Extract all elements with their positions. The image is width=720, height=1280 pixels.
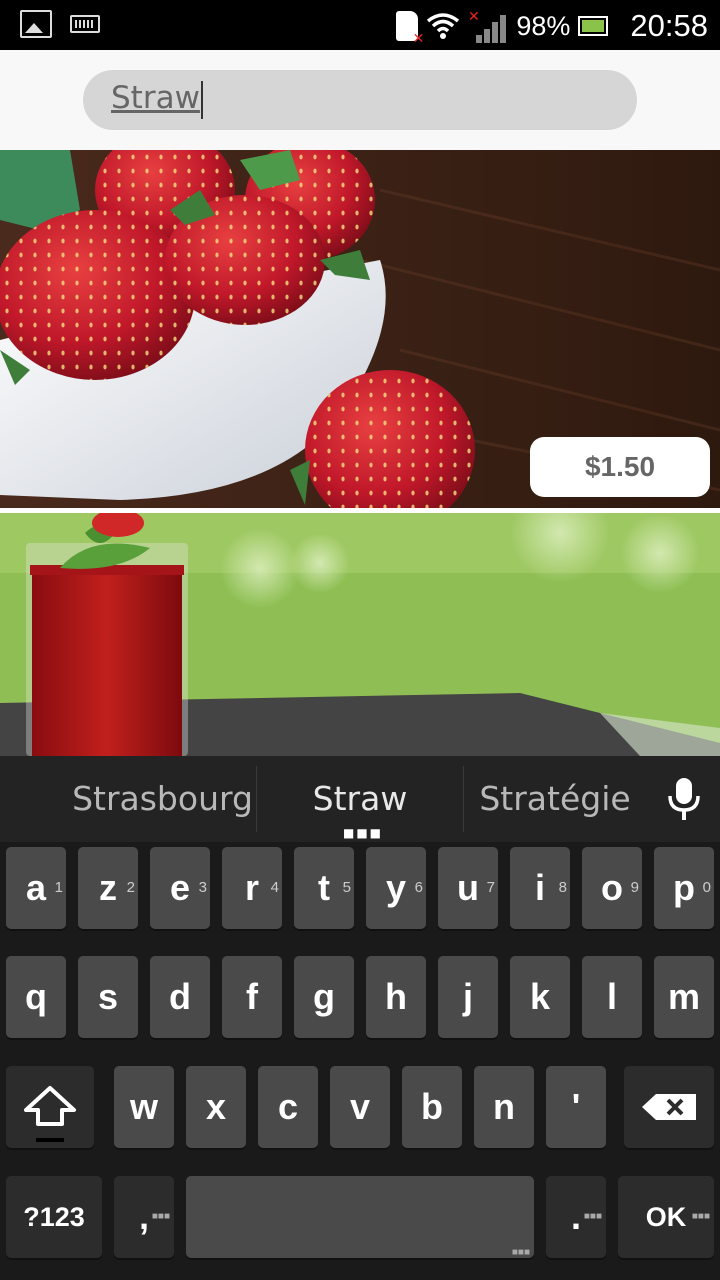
suggestion-divider <box>256 766 257 832</box>
symbols-key[interactable]: ?123 <box>6 1176 102 1258</box>
key-y[interactable]: 6y <box>366 847 426 929</box>
key-label: j <box>462 976 473 1017</box>
key-z[interactable]: 2z <box>78 847 138 929</box>
key-number-hint: 0 <box>702 879 711 896</box>
search-input-text: Straw <box>111 80 200 116</box>
key-label: ' <box>571 1086 581 1127</box>
keyboard-icon <box>70 15 100 33</box>
key-h[interactable]: h <box>366 956 426 1038</box>
key-t[interactable]: 5t <box>294 847 354 929</box>
key-r[interactable]: 4r <box>222 847 282 929</box>
key-number-hint: 5 <box>342 879 351 896</box>
text-caret <box>200 80 203 119</box>
key-label: c <box>277 1086 299 1127</box>
key-g[interactable]: g <box>294 956 354 1038</box>
key-label: h <box>385 976 407 1017</box>
shift-key[interactable] <box>6 1066 94 1148</box>
key-label: d <box>169 976 191 1017</box>
key-p[interactable]: 0p <box>654 847 714 929</box>
key-c[interactable]: c <box>258 1066 318 1148</box>
shift-icon <box>24 1086 76 1142</box>
signal-icon: ✕ <box>468 9 507 43</box>
status-bar: ✕ 98% 20:58 <box>0 0 720 50</box>
battery-percent: 98% <box>516 10 571 41</box>
key-d[interactable]: d <box>150 956 210 1038</box>
key-number-hint: 9 <box>630 879 639 896</box>
key-q[interactable]: q <box>6 956 66 1038</box>
key-label: b <box>421 1086 443 1127</box>
key-x[interactable]: x <box>186 1066 246 1148</box>
backspace-icon <box>642 1094 696 1120</box>
key-apostrophe[interactable]: ' <box>546 1066 606 1148</box>
key-n[interactable]: n <box>474 1066 534 1148</box>
spacebar-key[interactable]: ■■■ <box>186 1176 534 1258</box>
suggestion-strip: Strasbourg Straw ■■■ Stratégie <box>0 756 720 842</box>
suggestion-right[interactable]: Stratégie <box>465 756 645 842</box>
key-label: f <box>246 976 258 1017</box>
battery-icon <box>578 16 609 36</box>
search-input[interactable]: Straw <box>111 80 203 120</box>
clock: 20:58 <box>630 8 708 43</box>
ok-key[interactable]: OK ■■■ <box>618 1176 714 1258</box>
key-label: v <box>349 1086 371 1127</box>
key-label: x <box>205 1086 227 1127</box>
product-card-smoothie[interactable] <box>0 513 720 756</box>
smoothie-image <box>0 513 720 756</box>
key-label: q <box>25 976 47 1017</box>
key-v[interactable]: v <box>330 1066 390 1148</box>
key-a[interactable]: 1a <box>6 847 66 929</box>
key-o[interactable]: 9o <box>582 847 642 929</box>
key-b[interactable]: b <box>402 1066 462 1148</box>
suggestion-left[interactable]: Strasbourg <box>60 756 265 842</box>
key-number-hint: 7 <box>486 879 495 896</box>
key-number-hint: 6 <box>414 879 423 896</box>
key-m[interactable]: m <box>654 956 714 1038</box>
key-number-hint: 2 <box>126 879 135 896</box>
key-e[interactable]: 3e <box>150 847 210 929</box>
more-suggestions-icon: ■■■ <box>343 826 384 840</box>
soft-keyboard: Strasbourg Straw ■■■ Stratégie 1a2z3e4r5… <box>0 756 720 1280</box>
key-label: k <box>529 976 551 1017</box>
svg-text:✕: ✕ <box>468 9 480 25</box>
key-number-hint: 4 <box>270 879 279 896</box>
gallery-icon <box>20 10 52 38</box>
key-k[interactable]: k <box>510 956 570 1038</box>
comma-key[interactable]: , ■■■ <box>114 1176 174 1258</box>
key-number-hint: 3 <box>198 879 207 896</box>
key-label: w <box>129 1086 158 1127</box>
period-key[interactable]: . ■■■ <box>546 1176 606 1258</box>
key-s[interactable]: s <box>78 956 138 1038</box>
suggestion-divider <box>463 766 464 832</box>
price-badge[interactable]: $1.50 <box>530 437 710 497</box>
microphone-icon[interactable] <box>664 776 704 822</box>
key-number-hint: 8 <box>558 879 567 896</box>
key-u[interactable]: 7u <box>438 847 498 929</box>
key-l[interactable]: l <box>582 956 642 1038</box>
key-j[interactable]: j <box>438 956 498 1038</box>
key-label: m <box>667 976 700 1017</box>
key-i[interactable]: 8i <box>510 847 570 929</box>
key-f[interactable]: f <box>222 956 282 1038</box>
key-number-hint: 1 <box>54 879 63 896</box>
backspace-key[interactable] <box>624 1066 714 1148</box>
wifi-icon <box>427 13 460 39</box>
key-label: l <box>606 976 617 1017</box>
key-label: s <box>97 976 119 1017</box>
key-label: n <box>493 1086 515 1127</box>
search-field[interactable]: Straw <box>83 70 637 130</box>
sim-error-icon <box>396 11 424 47</box>
product-card-strawberries[interactable]: $1.50 <box>0 150 720 508</box>
search-header: Straw <box>0 50 720 150</box>
key-w[interactable]: w <box>114 1066 174 1148</box>
key-label: g <box>313 976 335 1017</box>
